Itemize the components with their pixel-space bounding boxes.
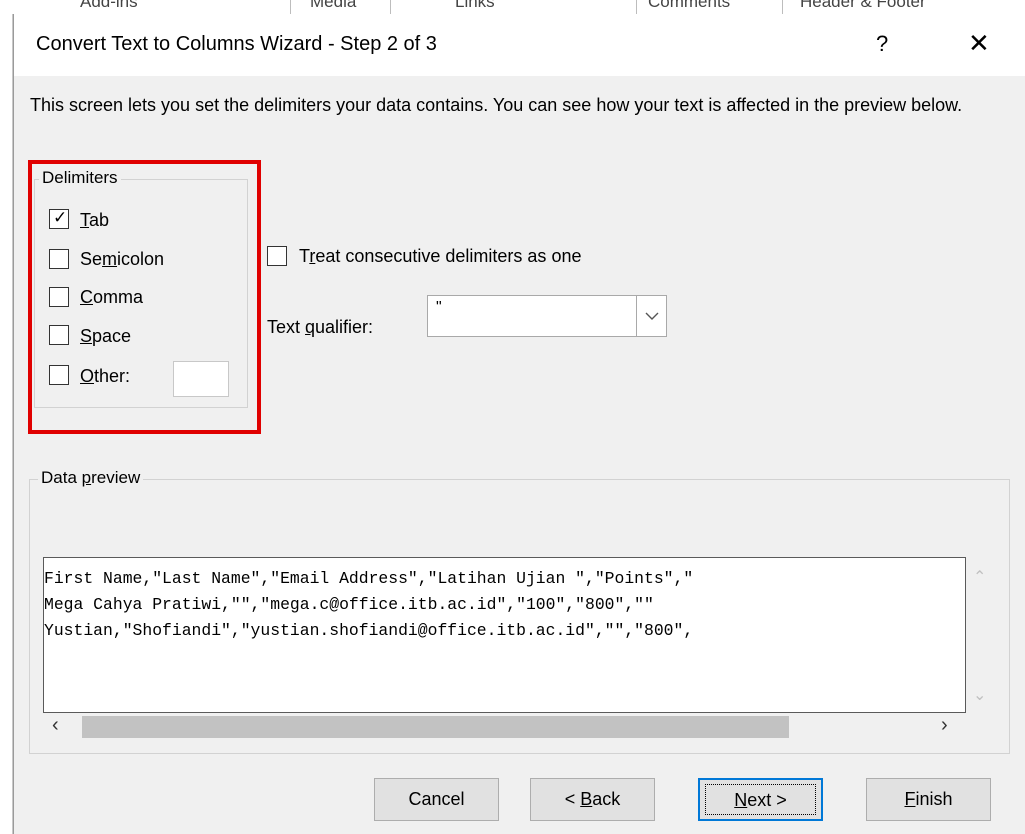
data-preview-pane[interactable]: First Name,"Last Name","Email Address","… xyxy=(43,557,966,713)
scroll-right-icon[interactable]: › xyxy=(941,714,948,737)
scroll-left-icon[interactable]: ‹ xyxy=(52,714,59,737)
sheet-edge xyxy=(0,14,13,834)
ribbon-separator xyxy=(290,0,291,14)
ribbon-group-label: Add-ins xyxy=(80,0,138,11)
scroll-down-icon[interactable]: ⌄ xyxy=(973,685,986,705)
vertical-scrollbar[interactable]: ⌃ ⌄ xyxy=(967,557,997,713)
ribbon-group-label: Links xyxy=(455,0,495,11)
cancel-button[interactable]: Cancel xyxy=(374,778,499,821)
ribbon-group-label: Header & Footer xyxy=(800,0,926,11)
next-button[interactable]: Next > xyxy=(698,778,823,821)
preview-line: Mega Cahya Pratiwi,"","mega.c@office.itb… xyxy=(44,595,654,614)
ribbon-separator xyxy=(782,0,783,14)
highlight-box xyxy=(28,160,261,434)
close-button[interactable]: ✕ xyxy=(968,28,990,59)
ribbon-group-label: Media xyxy=(310,0,357,11)
preview-line: Yustian,"Shofiandi","yustian.shofiandi@o… xyxy=(44,621,694,640)
chevron-down-icon[interactable] xyxy=(636,296,666,336)
text-qualifier-label: Text qualifier: xyxy=(267,317,374,337)
title-bar: Convert Text to Columns Wizard - Step 2 … xyxy=(14,14,1025,76)
data-preview-legend: Data preview xyxy=(38,468,144,488)
help-button[interactable]: ? xyxy=(876,31,888,57)
dialog-description: This screen lets you set the delimiters … xyxy=(30,95,963,115)
text-qualifier-select[interactable]: " xyxy=(427,295,667,337)
background-ribbon: Add-ins Media Links Comments Header & Fo… xyxy=(0,0,1025,14)
text-qualifier-value: " xyxy=(436,299,442,316)
consecutive-checkbox[interactable] xyxy=(267,246,287,266)
finish-button[interactable]: Finish xyxy=(866,778,991,821)
consecutive-label: Treat consecutive delimiters as one xyxy=(299,246,582,266)
ribbon-separator xyxy=(636,0,637,14)
back-button[interactable]: < Back xyxy=(530,778,655,821)
dialog-title: Convert Text to Columns Wizard - Step 2 … xyxy=(36,33,437,55)
ribbon-group-label: Comments xyxy=(648,0,731,11)
ribbon-separator xyxy=(390,0,391,14)
horizontal-scrollbar[interactable]: ‹ › xyxy=(43,713,966,741)
preview-line: First Name,"Last Name","Email Address","… xyxy=(44,569,694,588)
text-to-columns-dialog: Convert Text to Columns Wizard - Step 2 … xyxy=(13,14,1025,834)
horizontal-scroll-thumb[interactable] xyxy=(82,716,789,738)
scroll-up-icon[interactable]: ⌃ xyxy=(973,567,986,587)
